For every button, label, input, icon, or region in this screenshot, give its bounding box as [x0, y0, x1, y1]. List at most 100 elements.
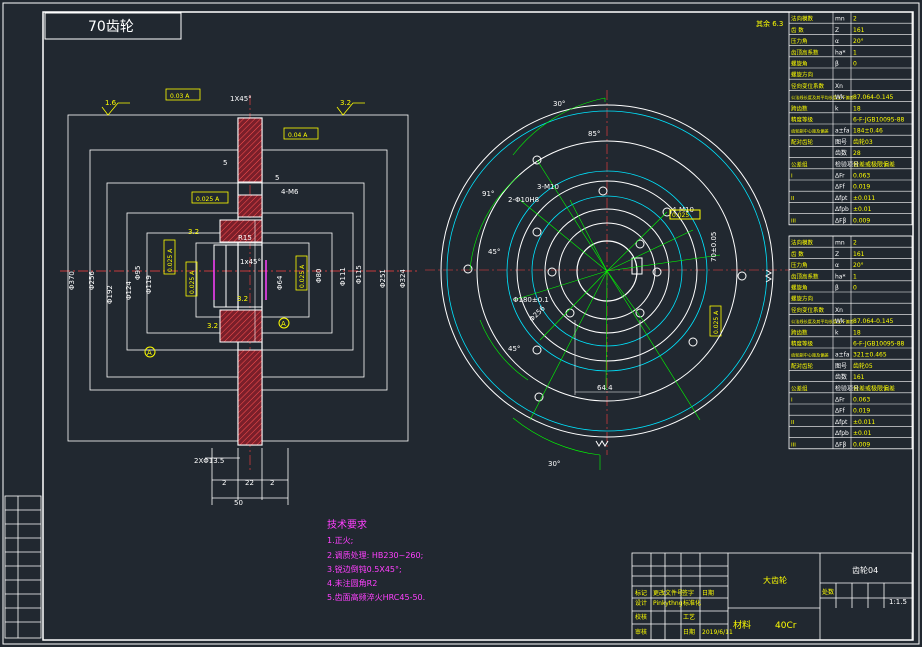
table-cell: ΔFβ — [835, 441, 847, 448]
dim-d64: Φ64 — [276, 275, 284, 290]
dim-chamfer-top: 1X45° — [230, 95, 252, 103]
table-cell: 公差或极限偏差 — [853, 384, 895, 392]
front-view — [425, 90, 790, 470]
dim-holes-left: 4-M6 — [281, 188, 299, 196]
table-cell: ±0.011 — [853, 419, 875, 426]
ang-30-top: 30° — [553, 100, 565, 108]
tol-front: 0.025 — [672, 212, 689, 219]
dim-d370: Φ370 — [68, 271, 76, 290]
tb-row1-d: 签字 — [682, 589, 694, 597]
ang-45a: 45° — [488, 248, 500, 256]
table-cell: 1 — [853, 49, 857, 56]
table-cell: 齿 数 — [791, 26, 804, 34]
table-cell: ha* — [835, 49, 845, 56]
holes-2: 2-Φ10H8 — [508, 196, 539, 204]
dim-r15: R15 — [238, 234, 252, 242]
rough-32a: 3.2 — [340, 99, 351, 107]
tb-row3-a: 校核 — [635, 613, 647, 621]
table-cell: 齿轮副中心距及偏差 — [791, 352, 829, 359]
table-cell: 0.019 — [853, 184, 870, 191]
table-cell: ΔFr — [835, 397, 845, 404]
tech-item-5: 5.齿面高频淬火HRC45-50. — [327, 592, 425, 602]
dim-d256: Φ256 — [88, 271, 96, 290]
table-cell: mn — [835, 240, 845, 247]
table-cell: ΔFf — [835, 408, 846, 415]
table-cell: 18 — [853, 105, 861, 112]
table-cell: 0.063 — [853, 397, 870, 404]
table-cell: ±0.011 — [853, 195, 875, 202]
dim-d124: Φ124 — [125, 281, 133, 300]
tb-stage: 处数 — [822, 588, 834, 596]
table-cell: II — [791, 420, 795, 426]
table-cell: 2 — [853, 16, 857, 23]
tb-row2-c: 标准化 — [683, 599, 701, 607]
table-cell: 161 — [853, 251, 865, 258]
tb-row1-a: 标记 — [635, 589, 647, 597]
table-cell: α — [835, 38, 839, 45]
table-cell: 精度等级 — [791, 340, 814, 348]
table-cell: I — [791, 174, 793, 180]
table-cell: ±0.01 — [853, 206, 872, 213]
dim-70: 70±0.05 — [710, 232, 718, 262]
ang-85: 85° — [588, 130, 600, 138]
dim-d180: Φ180±0.1 — [513, 296, 549, 304]
table-cell: 齿数 — [835, 149, 847, 157]
tb-row2-b: Pinkythng — [653, 600, 683, 607]
table-cell: 6-F-JGB10095-88 — [853, 341, 905, 348]
table-cell: 公差组 — [791, 384, 808, 392]
tech-requirements: 技术要求 1.正火; 2.调质处理: HB230~260; 3.锐边倒钝0.5X… — [327, 518, 425, 602]
table-cell: k — [835, 105, 839, 112]
table-cell: 螺旋方向 — [791, 71, 813, 79]
tol-top: 0.03 A — [170, 93, 190, 100]
table-cell: 跨齿数 — [791, 328, 808, 336]
table-cell: 法向模数 — [791, 239, 814, 247]
table-cell: Xn — [835, 307, 843, 314]
dim-d119: Φ119 — [145, 275, 153, 294]
table-cell: 87.064-0.145 — [853, 94, 894, 101]
left-margin-strip — [4, 495, 42, 639]
dim-d324: Φ324 — [399, 269, 407, 288]
table-cell: Z — [835, 27, 839, 34]
tol-keyway: 0.025 A — [713, 310, 720, 334]
inner-border — [42, 11, 914, 641]
dim-chamfer-mid: 1x45° — [240, 258, 261, 266]
table-cell: 20° — [853, 38, 864, 45]
table-cell: 28 — [853, 150, 861, 157]
table-cell: II — [791, 196, 795, 202]
tb-date: 2019/6/11 — [702, 629, 733, 636]
dim-d251: Φ251 — [379, 269, 387, 288]
tb-drawing-no: 齿轮04 — [852, 565, 878, 575]
datum-a2: A — [281, 320, 286, 328]
table-cell: 齿顶高系数 — [791, 48, 819, 56]
dim-w22: 22 — [245, 479, 254, 487]
table-cell: 精度等级 — [791, 116, 814, 124]
table-cell: α — [835, 262, 839, 269]
table-cell: 径向变位系数 — [791, 82, 825, 90]
tol-bore-mid: 0.025 A — [189, 270, 196, 294]
dim-w2b: 2 — [270, 479, 274, 487]
table-cell: 齿 数 — [791, 250, 804, 258]
table-cell: III — [791, 442, 796, 448]
dim-64: 64.4 — [597, 384, 613, 392]
table-cell: 20° — [853, 262, 864, 269]
tb-material: 40Cr — [775, 621, 797, 631]
table-cell: Wk — [835, 94, 845, 101]
table-cell: Z — [835, 251, 839, 258]
tb-row2-a: 设计 — [635, 599, 647, 607]
table-cell: 螺旋角 — [791, 284, 808, 292]
tb-row4-c: 日期 — [683, 628, 695, 636]
tech-item-1: 1.正火; — [327, 536, 353, 545]
tb-row3-c: 工艺 — [683, 613, 695, 621]
table-cell: 0.019 — [853, 408, 870, 415]
table-cell: 齿轮03 — [853, 138, 873, 146]
table-cell: 2 — [853, 240, 857, 247]
outer-border — [2, 2, 920, 645]
dim-d111: Φ111 — [339, 267, 347, 286]
title-box-text: 70齿轮 — [88, 19, 134, 35]
ang-45b: 45° — [508, 345, 520, 353]
dim-w2a: 2 — [222, 479, 226, 487]
dim-d192: Φ192 — [106, 285, 114, 304]
tb-part-name: 大齿轮 — [763, 575, 787, 585]
table-cell: 161 — [853, 374, 865, 381]
rough-32c: 3.2 — [237, 295, 248, 303]
